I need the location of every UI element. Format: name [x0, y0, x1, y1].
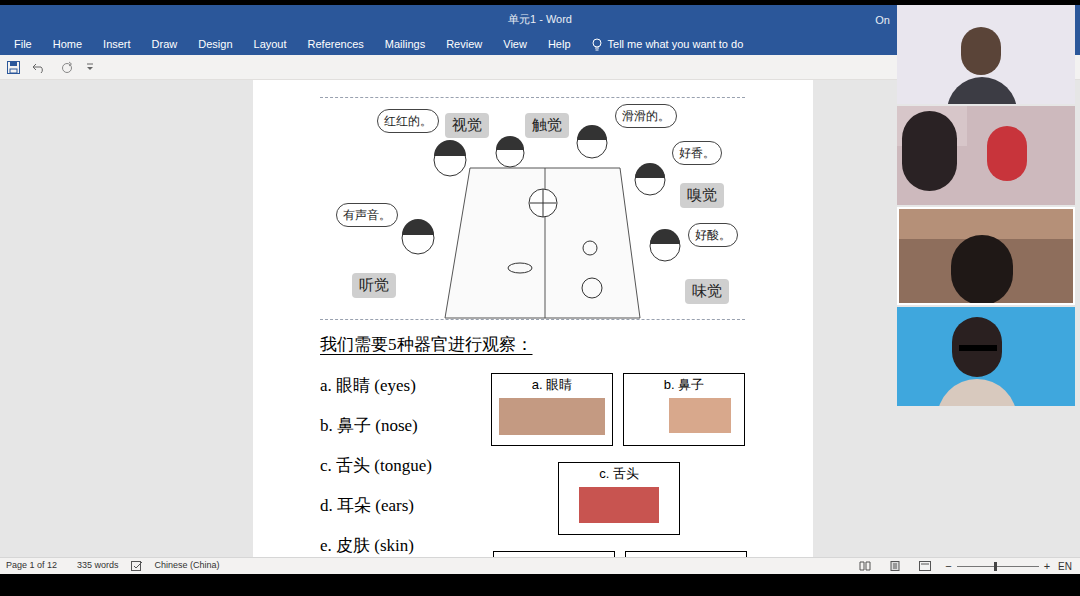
- picture-card: c. 舌头: [558, 462, 680, 535]
- sense-tag: 味觉: [685, 279, 729, 304]
- document-page[interactable]: 红红的。视觉 触觉 滑滑的。好香。嗅觉有声音。好酸。听觉 味觉我们需要5种器官进行观察…: [253, 80, 813, 557]
- organ-photo: [669, 398, 731, 433]
- ribbon-tab[interactable]: Review: [446, 36, 482, 53]
- ribbon-tab[interactable]: Help: [548, 36, 571, 53]
- status-bar: Page 1 of 12 335 words Chinese (China) − + EN: [0, 557, 1080, 574]
- senses-illustration: 红红的。视觉 触觉 滑滑的。好香。嗅觉有声音。好酸。听觉 味觉: [320, 97, 745, 320]
- ribbon-tab[interactable]: Home: [53, 36, 82, 53]
- speech-bubble: 红红的。: [377, 109, 439, 133]
- ribbon-tab[interactable]: References: [308, 36, 364, 53]
- video-tile[interactable]: [897, 5, 1075, 104]
- read-mode-icon[interactable]: [859, 561, 871, 571]
- tell-me-text: Tell me what you want to do: [608, 36, 744, 53]
- card-caption: c. 舌头: [559, 463, 679, 488]
- organ-photo: [579, 487, 659, 523]
- speech-bubble: 滑滑的。: [615, 104, 677, 128]
- sense-tag: 触觉: [525, 113, 569, 138]
- speech-bubble: 有声音。: [336, 203, 398, 227]
- organ-item: d. 耳朵 (ears): [320, 486, 491, 526]
- organ-list: a. 眼睛 (eyes)b. 鼻子 (nose)c. 舌头 (tongue)d.…: [320, 366, 491, 558]
- zoom-in-button[interactable]: +: [1044, 561, 1050, 572]
- section-heading: 我们需要5种器官进行观察：: [320, 332, 813, 358]
- card-row: a. 眼睛 b. 鼻子: [491, 373, 747, 446]
- account-name[interactable]: On: [875, 12, 890, 29]
- organ-section: a. 眼睛 (eyes)b. 鼻子 (nose)c. 舌头 (tongue)d.…: [320, 373, 813, 558]
- web-layout-icon[interactable]: [919, 561, 931, 571]
- tell-me-search[interactable]: Tell me what you want to do: [592, 36, 744, 53]
- ribbon-tab[interactable]: Insert: [103, 36, 131, 53]
- video-tile[interactable]: [897, 307, 1075, 406]
- video-call-panel: [897, 5, 1075, 406]
- zoom-thumb[interactable]: [994, 562, 997, 571]
- lightbulb-icon: [592, 38, 602, 51]
- card-row: c. 舌头: [491, 462, 747, 535]
- organ-item: b. 鼻子 (nose): [320, 406, 491, 446]
- window-title: 单元1 - Word: [508, 11, 572, 28]
- input-language[interactable]: EN: [1058, 559, 1072, 574]
- organ-item: c. 舌头 (tongue): [320, 446, 491, 486]
- proofing-icon[interactable]: [131, 561, 143, 571]
- print-layout-icon[interactable]: [889, 561, 901, 571]
- save-icon[interactable]: [7, 61, 20, 74]
- zoom-slider[interactable]: [957, 566, 1039, 567]
- page-count[interactable]: Page 1 of 12: [6, 559, 57, 573]
- sense-tag: 听觉: [352, 273, 396, 298]
- sense-tag: 嗅觉: [680, 183, 724, 208]
- picture-card: b. 鼻子: [623, 373, 745, 446]
- zoom-out-button[interactable]: −: [945, 561, 951, 572]
- video-tile[interactable]: [897, 207, 1075, 305]
- speech-bubble: 好酸。: [688, 223, 738, 247]
- word-count[interactable]: 335 words: [77, 559, 119, 573]
- language-indicator[interactable]: Chinese (China): [155, 559, 220, 573]
- card-caption: a. 眼睛: [492, 374, 612, 399]
- redo-icon[interactable]: [60, 61, 74, 74]
- ribbon-tab[interactable]: Draw: [152, 36, 178, 53]
- picture-card: a. 眼睛: [491, 373, 613, 446]
- ribbon-tab[interactable]: Design: [198, 36, 232, 53]
- customize-icon[interactable]: [86, 62, 94, 72]
- ribbon-tab[interactable]: File: [14, 36, 32, 53]
- organ-item: a. 眼睛 (eyes): [320, 366, 491, 406]
- picture-cards: a. 眼睛 b. 鼻子 c. 舌头: [491, 373, 747, 558]
- ribbon-tab[interactable]: Mailings: [385, 36, 425, 53]
- sense-tag: 视觉: [445, 113, 489, 138]
- card-caption: b. 鼻子: [624, 374, 744, 399]
- ribbon-tab[interactable]: Layout: [254, 36, 287, 53]
- undo-icon[interactable]: [32, 61, 48, 74]
- ribbon-tab[interactable]: View: [503, 36, 527, 53]
- speech-bubble: 好香。: [672, 141, 722, 165]
- video-tile[interactable]: [897, 106, 1075, 205]
- view-buttons: [859, 561, 931, 571]
- organ-item: e. 皮肤 (skin): [320, 526, 491, 558]
- organ-photo: [499, 398, 605, 435]
